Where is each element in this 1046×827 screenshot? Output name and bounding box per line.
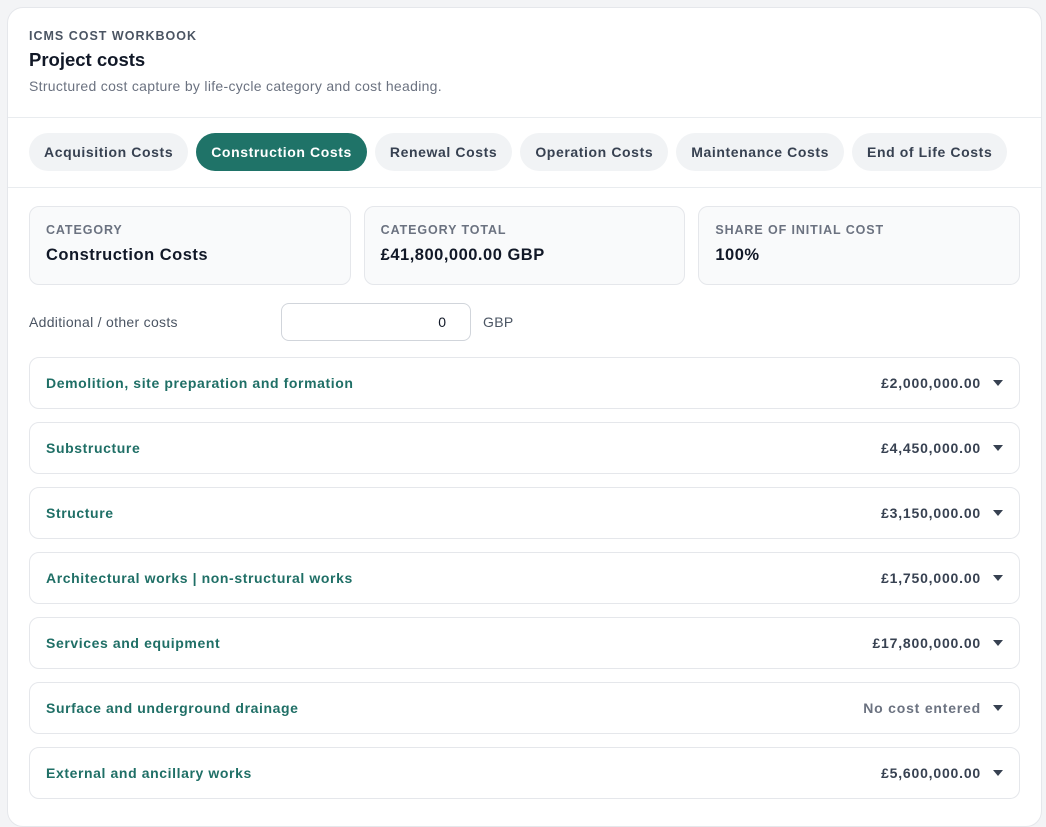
cost-heading-amount: £2,000,000.00	[881, 375, 981, 391]
cost-heading-services-equipment[interactable]: Services and equipment £17,800,000.00	[29, 617, 1020, 669]
cost-heading-drainage[interactable]: Surface and underground drainage No cost…	[29, 682, 1020, 734]
chevron-down-icon[interactable]	[993, 380, 1003, 386]
cost-heading-external-works[interactable]: External and ancillary works £5,600,000.…	[29, 747, 1020, 799]
page-subtitle: Structured cost capture by life-cycle ca…	[29, 78, 442, 94]
share-label: SHARE OF INITIAL COST	[715, 223, 885, 237]
cost-heading-summary: £3,150,000.00	[881, 505, 1003, 521]
category-stat-value: Construction Costs	[46, 246, 209, 264]
chevron-down-icon[interactable]	[993, 510, 1003, 516]
chevron-down-icon[interactable]	[993, 445, 1003, 451]
cost-heading-architectural-works[interactable]: Architectural works | non-structural wor…	[29, 552, 1020, 604]
cost-heading-summary: £4,450,000.00	[881, 440, 1003, 456]
cost-heading-summary: £17,800,000.00	[872, 635, 1003, 651]
additional-costs-input[interactable]	[281, 303, 471, 341]
cost-heading-substructure[interactable]: Substructure £4,450,000.00	[29, 422, 1020, 474]
category-total-value: £41,800,000.00 GBP	[380, 246, 545, 264]
cost-heading-name: Substructure	[46, 440, 141, 456]
cost-heading-amount: No cost entered	[863, 700, 981, 716]
tab-operation-costs[interactable]: Operation Costs	[520, 133, 669, 171]
tab-construction-costs[interactable]: Construction Costs	[196, 133, 367, 171]
cost-heading-demolition[interactable]: Demolition, site preparation and formati…	[29, 357, 1020, 409]
additional-costs-label: Additional / other costs	[29, 314, 178, 330]
cost-heading-name: Surface and underground drainage	[46, 700, 299, 716]
tab-renewal-costs[interactable]: Renewal Costs	[374, 133, 513, 171]
project-costs-card: ICMS COST WORKBOOK Project costs Structu…	[7, 7, 1042, 827]
page-title: Project costs	[29, 49, 146, 70]
cost-heading-name: External and ancillary works	[46, 765, 252, 781]
cost-heading-amount: £5,600,000.00	[881, 765, 981, 781]
tab-maintenance-costs[interactable]: Maintenance Costs	[676, 133, 845, 171]
cost-heading-name: Services and equipment	[46, 635, 221, 651]
cost-heading-structure[interactable]: Structure £3,150,000.00	[29, 487, 1020, 539]
chevron-down-icon[interactable]	[993, 705, 1003, 711]
cost-heading-amount: £3,150,000.00	[881, 505, 981, 521]
tab-end-of-life-costs[interactable]: End of Life Costs	[852, 133, 1008, 171]
cost-heading-name: Demolition, site preparation and formati…	[46, 375, 354, 391]
chevron-down-icon[interactable]	[993, 770, 1003, 776]
cost-heading-name: Architectural works | non-structural wor…	[46, 570, 353, 586]
cost-heading-amount: £17,800,000.00	[872, 635, 981, 651]
category-stat-card: CATEGORY Construction Costs	[29, 206, 351, 285]
category-total-card: CATEGORY TOTAL £41,800,000.00 GBP	[363, 206, 686, 285]
cost-heading-summary: £2,000,000.00	[881, 375, 1003, 391]
cost-heading-summary: No cost entered	[863, 700, 1003, 716]
cost-heading-summary: £1,750,000.00	[881, 570, 1003, 586]
cost-heading-summary: £5,600,000.00	[881, 765, 1003, 781]
chevron-down-icon[interactable]	[993, 575, 1003, 581]
category-tabs: Acquisition Costs Construction Costs Ren…	[8, 118, 1041, 188]
category-total-label: CATEGORY TOTAL	[380, 223, 507, 237]
share-of-initial-cost-card: SHARE OF INITIAL COST 100%	[698, 206, 1021, 285]
cost-heading-name: Structure	[46, 505, 114, 521]
category-stat-label: CATEGORY	[46, 223, 123, 237]
chevron-down-icon[interactable]	[993, 640, 1003, 646]
share-value: 100%	[715, 246, 760, 264]
additional-costs-row: Additional / other costs GBP	[8, 285, 1041, 341]
cost-headings-list: Demolition, site preparation and formati…	[8, 341, 1041, 799]
additional-costs-unit: GBP	[483, 314, 514, 330]
workbook-header: ICMS COST WORKBOOK Project costs Structu…	[8, 8, 1041, 118]
workbook-eyebrow: ICMS COST WORKBOOK	[29, 29, 197, 43]
cost-heading-amount: £4,450,000.00	[881, 440, 981, 456]
cost-heading-amount: £1,750,000.00	[881, 570, 981, 586]
tab-acquisition-costs[interactable]: Acquisition Costs	[29, 133, 189, 171]
category-summary: CATEGORY Construction Costs CATEGORY TOT…	[8, 188, 1041, 285]
